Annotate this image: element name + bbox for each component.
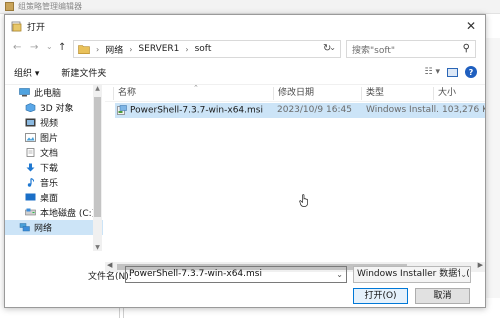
hand-cursor-icon <box>299 194 308 207</box>
computer-icon <box>19 88 30 97</box>
background-app-titlebar: 组策略管理编辑器 <box>0 0 500 14</box>
browser-area: 此电脑 3D 对象 视频 图片 文档 下载 音乐 桌面 本地磁盘 (C:) 网络… <box>5 85 485 272</box>
back-arrow-icon[interactable]: ← <box>13 42 21 53</box>
folder-icon <box>78 45 90 54</box>
view-options-icon[interactable]: ☷ ▾ <box>425 67 440 77</box>
column-header-name[interactable]: 名称 <box>113 87 273 100</box>
column-headers: ⌃ 名称 修改日期 类型 大小 <box>105 85 485 102</box>
search-placeholder: 搜索"soft" <box>352 45 396 56</box>
network-icon <box>19 223 30 232</box>
search-icon[interactable]: ⚲ <box>463 43 470 54</box>
command-bar: 组织 ▾ 新建文件夹 ☷ ▾ ? <box>5 61 485 85</box>
file-list: ⌃ 名称 修改日期 类型 大小 PowerShell-7.3.7-win-x64… <box>105 85 485 261</box>
pictures-icon <box>25 133 36 142</box>
dialog-titlebar: 打开 ✕ <box>5 15 485 37</box>
dialog-footer: 文件名(N): PowerShell-7.3.7-win-x64.msi ⌄ W… <box>5 263 485 309</box>
sidebar-scroll-thumb[interactable] <box>94 97 101 217</box>
address-row: ← → ⌄ ↑ › 网络 › SERVER1 › soft ⌄ ↻ 搜索"sof… <box>5 37 485 61</box>
open-file-dialog: 打开 ✕ ← → ⌄ ↑ › 网络 › SERVER1 › soft ⌄ ↻ 搜… <box>4 14 486 308</box>
sidebar-item-pictures[interactable]: 图片 <box>5 130 103 145</box>
new-folder-button[interactable]: 新建文件夹 <box>61 66 106 79</box>
help-icon[interactable]: ? <box>465 66 477 78</box>
sidebar-item-music[interactable]: 音乐 <box>5 175 103 190</box>
chevron-down-icon[interactable]: ⌄ <box>460 267 467 282</box>
music-icon <box>27 178 35 187</box>
refresh-icon[interactable]: ↻ <box>323 43 331 54</box>
app-icon <box>5 2 14 11</box>
file-date-cell: 2023/10/9 16:45 <box>277 105 352 115</box>
scroll-down-arrow-icon[interactable]: ▼ <box>93 244 102 251</box>
close-icon[interactable]: ✕ <box>463 18 479 34</box>
video-icon <box>25 118 36 127</box>
search-input[interactable]: 搜索"soft" ⚲ <box>346 40 476 58</box>
sidebar-item-desktop[interactable]: 桌面 <box>5 190 103 205</box>
chevron-down-icon[interactable]: ⌄ <box>336 267 343 282</box>
column-header-type[interactable]: 类型 <box>361 87 433 100</box>
downloads-icon <box>26 163 35 172</box>
file-name-cell: PowerShell-7.3.7-win-x64.msi <box>117 105 275 116</box>
file-size-cell: 103,276 K <box>442 105 485 115</box>
filetype-select[interactable]: Windows Installer 数据包(*.m ⌄ <box>353 266 471 283</box>
breadcrumb-segment[interactable]: SERVER1 <box>138 44 179 54</box>
breadcrumb-segment[interactable]: 网络 <box>105 43 123 56</box>
open-dialog-icon <box>11 21 22 31</box>
background-app-title: 组策略管理编辑器 <box>18 2 82 11</box>
msi-installer-icon <box>117 105 127 115</box>
sidebar-item-3d-objects[interactable]: 3D 对象 <box>5 100 103 115</box>
drive-icon <box>25 208 36 216</box>
breadcrumb-segment[interactable]: soft <box>195 44 212 54</box>
3d-objects-icon <box>25 103 36 112</box>
sidebar-item-downloads[interactable]: 下载 <box>5 160 103 175</box>
file-row[interactable]: PowerShell-7.3.7-win-x64.msi 2023/10/9 1… <box>115 103 485 118</box>
sidebar-item-video[interactable]: 视频 <box>5 115 103 130</box>
sidebar-item-documents[interactable]: 文档 <box>5 145 103 160</box>
file-type-cell: Windows Install... <box>366 105 440 115</box>
navigation-pane[interactable]: 此电脑 3D 对象 视频 图片 文档 下载 音乐 桌面 本地磁盘 (C:) 网络… <box>5 85 103 259</box>
address-bar[interactable]: › 网络 › SERVER1 › soft ⌄ <box>73 40 341 58</box>
column-header-date[interactable]: 修改日期 <box>273 87 361 100</box>
organize-menu[interactable]: 组织 ▾ <box>14 66 39 79</box>
sidebar-item-local-disk[interactable]: 本地磁盘 (C:) <box>5 205 103 220</box>
documents-icon <box>26 148 35 157</box>
recent-locations-icon[interactable]: ⌄ <box>46 42 53 51</box>
desktop-icon <box>25 193 36 201</box>
filename-field[interactable]: PowerShell-7.3.7-win-x64.msi ⌄ <box>125 266 347 283</box>
up-arrow-icon[interactable]: ↑ <box>58 42 66 53</box>
preview-pane-icon[interactable] <box>447 67 458 77</box>
cancel-button[interactable]: 取消 <box>415 288 470 304</box>
sidebar-scrollbar[interactable]: ▲ ▼ <box>93 85 102 251</box>
dialog-title: 打开 <box>27 22 46 33</box>
open-button[interactable]: 打开(O) <box>353 288 408 304</box>
forward-arrow-icon[interactable]: → <box>30 42 38 53</box>
sidebar-item-this-pc[interactable]: 此电脑 <box>5 85 103 100</box>
column-header-size[interactable]: 大小 <box>433 87 485 100</box>
sidebar-item-network[interactable]: 网络 <box>5 220 103 235</box>
scroll-up-arrow-icon[interactable]: ▲ <box>93 85 102 92</box>
